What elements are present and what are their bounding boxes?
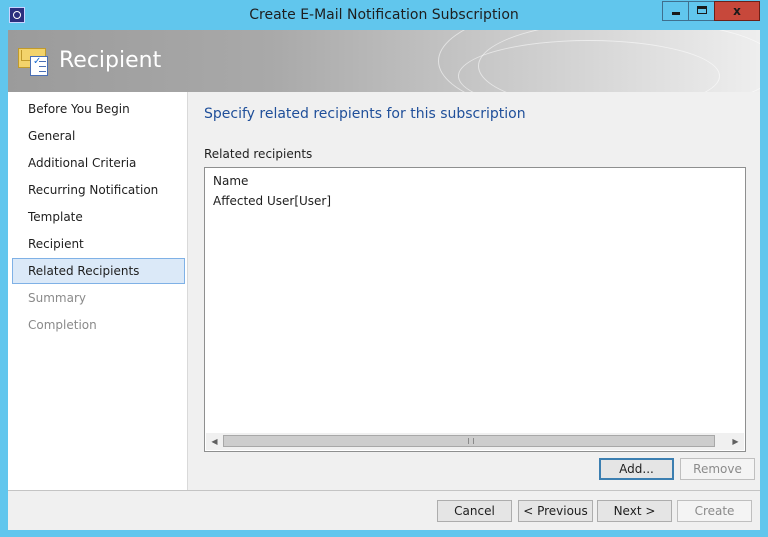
- main-panel: Specify related recipients for this subs…: [188, 92, 760, 490]
- nav-item-recurring-notification[interactable]: Recurring Notification: [12, 177, 185, 203]
- nav-item-general[interactable]: General: [12, 123, 185, 149]
- column-header-name[interactable]: Name: [213, 174, 248, 188]
- nav-item-related-recipients[interactable]: Related Recipients: [12, 258, 185, 284]
- cancel-button[interactable]: Cancel: [437, 500, 512, 522]
- title-bar[interactable]: Create E-Mail Notification Subscription …: [0, 0, 768, 30]
- nav-item-summary: Summary: [28, 291, 86, 305]
- next-button[interactable]: Next >: [597, 500, 672, 522]
- nav-item-additional-criteria[interactable]: Additional Criteria: [12, 150, 185, 176]
- list-item[interactable]: Affected User[User]: [212, 194, 332, 208]
- checklist-icon: [30, 56, 48, 76]
- wizard-footer: Cancel < Previous Next > Create: [8, 490, 760, 530]
- related-recipients-label: Related recipients: [204, 147, 313, 161]
- wizard-banner: Recipient: [8, 30, 760, 92]
- horizontal-scrollbar[interactable]: ◀ ▶: [206, 433, 744, 450]
- nav-item-template[interactable]: Template: [12, 204, 185, 230]
- section-heading: Specify related recipients for this subs…: [204, 106, 526, 122]
- related-recipients-list[interactable]: Name Affected User[User] ◀ ▶: [204, 167, 746, 452]
- add-button[interactable]: Add...: [599, 458, 674, 480]
- subscription-icon: [18, 44, 52, 78]
- scroll-thumb[interactable]: [223, 435, 715, 447]
- caption-buttons: x: [662, 1, 760, 23]
- scroll-left-icon[interactable]: ◀: [206, 433, 223, 450]
- minimize-icon[interactable]: [662, 1, 688, 21]
- page-title: Recipient: [59, 48, 162, 73]
- previous-button[interactable]: < Previous: [518, 500, 593, 522]
- dialog-window: Create E-Mail Notification Subscription …: [0, 0, 768, 537]
- create-button: Create: [677, 500, 752, 522]
- close-glyph: x: [733, 4, 741, 18]
- nav-item-before-you-begin[interactable]: Before You Begin: [12, 96, 185, 122]
- wizard-steps-nav: Before You Begin General Additional Crit…: [8, 92, 188, 490]
- dialog-client: Recipient Before You Begin General Addit…: [8, 30, 760, 530]
- nav-item-recipient[interactable]: Recipient: [12, 231, 185, 257]
- window-title: Create E-Mail Notification Subscription: [249, 7, 519, 23]
- close-icon[interactable]: x: [714, 1, 760, 21]
- remove-button: Remove: [680, 458, 755, 480]
- nav-item-completion: Completion: [28, 318, 97, 332]
- scroll-right-icon[interactable]: ▶: [727, 433, 744, 450]
- maximize-icon[interactable]: [688, 1, 714, 21]
